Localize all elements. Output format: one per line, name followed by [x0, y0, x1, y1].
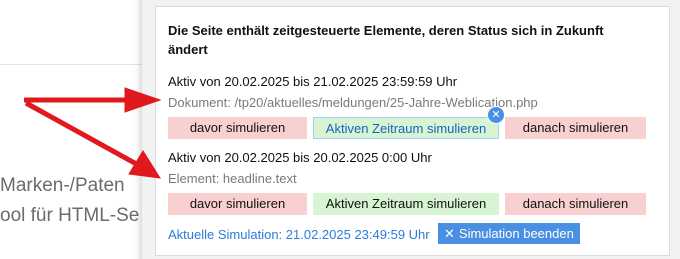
entry-1-period: Aktiv von 20.02.2025 bis 21.02.2025 23:5…	[168, 74, 458, 89]
close-icon[interactable]: ✕	[487, 106, 505, 124]
entry-1-source: Dokument: /tp20/aktuelles/meldungen/25-J…	[168, 95, 538, 110]
page: Marken-/Paten ool für HTML-Se Die Seite …	[0, 0, 680, 259]
timed-elements-panel: Die Seite enthält zeitgesteuerte Element…	[155, 6, 670, 256]
entry-2-period: Aktiv von 20.02.2025 bis 20.02.2025 0:00…	[168, 150, 432, 165]
entry-2-after-button[interactable]: danach simulieren	[505, 193, 646, 215]
background-text-line-2: ool für HTML-Se	[0, 205, 140, 226]
arrow-2-shaft	[24, 100, 142, 169]
entry-1-after-button[interactable]: danach simulieren	[505, 117, 646, 139]
entry-1-active-button[interactable]: Aktiven Zeitraum simulieren	[313, 117, 499, 139]
panel-title: Die Seite enthält zeitgesteuerte Element…	[168, 23, 604, 57]
end-simulation-button[interactable]: ✕ Simulation beenden	[438, 223, 580, 244]
entry-2-before-button[interactable]: davor simulieren	[168, 193, 307, 215]
background-divider	[0, 64, 150, 65]
end-simulation-label: Simulation beenden	[458, 226, 574, 241]
entry-2-active-button[interactable]: Aktiven Zeitraum simulieren	[313, 193, 499, 215]
entry-2-source: Element: headline.text	[168, 171, 297, 186]
close-icon: ✕	[444, 226, 455, 241]
background-text-line-1: Marken-/Paten	[0, 175, 125, 196]
simulation-status: Aktuelle Simulation: 21.02.2025 23:49:59…	[168, 227, 430, 242]
entry-1-before-button[interactable]: davor simulieren	[168, 117, 307, 139]
